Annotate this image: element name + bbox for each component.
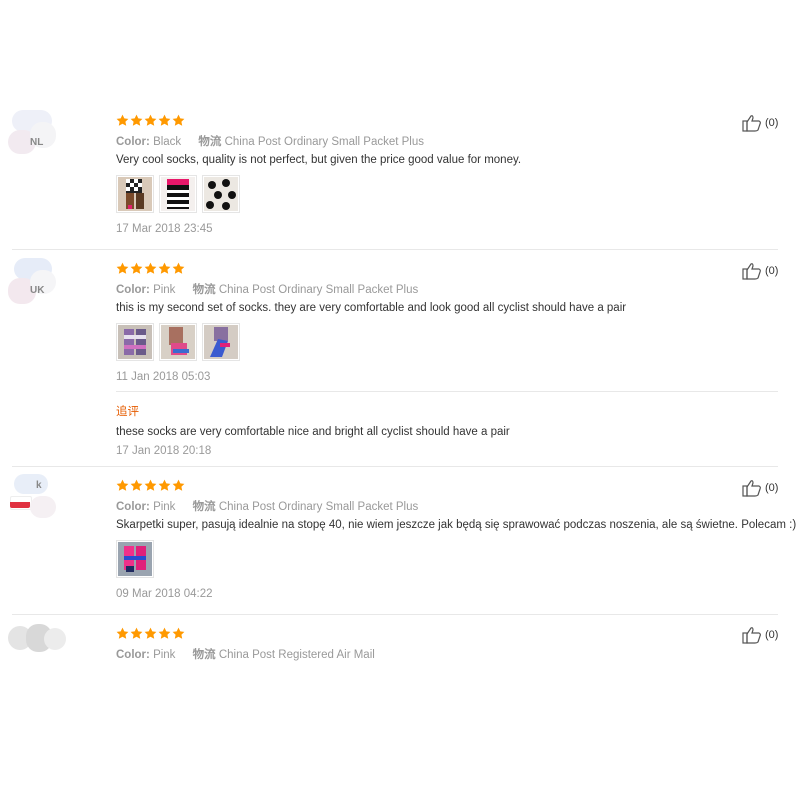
color-value: Black: [153, 136, 182, 148]
helpful-count: (0): [765, 265, 779, 277]
thumbs-up-icon: [742, 263, 761, 280]
color-label: Color:: [116, 649, 150, 661]
shipping-value: China Post Ordinary Small Packet Plus: [218, 284, 419, 296]
star-rating: [116, 479, 185, 493]
review-date: 17 Mar 2018 23:45: [116, 223, 213, 235]
color-value: Pink: [153, 284, 176, 296]
reviewer-avatar: [8, 256, 68, 306]
shipping-value: China Post Ordinary Small Packet Plus: [224, 136, 425, 148]
sock-photo-stripes: [161, 177, 195, 211]
review-text: Very cool socks, quality is not perfect,…: [116, 154, 522, 166]
star-icon: [158, 627, 171, 639]
review-photo[interactable]: [159, 175, 197, 213]
order-info: Color: Pink 物流 China Post Ordinary Small…: [116, 498, 418, 514]
sock-photo-checker: [118, 177, 152, 211]
review-photo[interactable]: [202, 175, 240, 213]
followup-date: 17 Jan 2018 20:18: [116, 445, 212, 457]
review-text: Skarpetki super, pasują idealnie na stop…: [116, 519, 797, 531]
helpful-button[interactable]: (0): [742, 262, 778, 280]
helpful-count: (0): [765, 482, 779, 494]
reviewer-avatar: [8, 108, 68, 158]
divider: [12, 614, 778, 615]
reviewer-country: NL: [30, 137, 44, 148]
helpful-button[interactable]: (0): [742, 114, 778, 132]
helpful-button[interactable]: (0): [742, 479, 778, 497]
star-icon: [158, 479, 171, 491]
star-icon: [130, 479, 143, 491]
sock-photo-pink-pl: [118, 542, 152, 576]
star-icon: [172, 262, 185, 274]
review-photo[interactable]: [202, 323, 240, 361]
reviewer-avatar: [8, 624, 68, 674]
thumbs-up-icon: [742, 480, 761, 497]
followup-divider: [116, 391, 778, 392]
review-date: 09 Mar 2018 04:22: [116, 588, 213, 600]
helpful-button[interactable]: (0): [742, 626, 778, 644]
reviewer-country: UK: [30, 285, 45, 296]
star-icon: [144, 114, 157, 126]
shipping-label: 物流: [198, 136, 222, 148]
review-photos: [116, 323, 240, 361]
star-icon: [116, 627, 129, 639]
order-info: Color: Black 物流 China Post Ordinary Smal…: [116, 133, 424, 149]
star-icon: [130, 627, 143, 639]
review-photo[interactable]: [116, 175, 154, 213]
order-info: Color: Pink 物流 China Post Ordinary Small…: [116, 281, 418, 297]
sock-photo-dots: [204, 177, 238, 211]
review-photo[interactable]: [116, 323, 154, 361]
followup-text: these socks are very comfortable nice an…: [116, 426, 510, 438]
star-icon: [172, 627, 185, 639]
followup-label: 追评: [116, 406, 139, 418]
review-photos: [116, 175, 240, 213]
divider: [12, 466, 778, 467]
helpful-count: (0): [765, 629, 779, 641]
helpful-count: (0): [765, 117, 779, 129]
reviewer-name: k: [36, 480, 42, 491]
review-photos: [116, 540, 154, 578]
sock-photo-pink-1: [118, 325, 152, 359]
shipping-label: 物流: [192, 649, 216, 661]
order-info: Color: Pink 物流 China Post Registered Air…: [116, 646, 375, 662]
star-icon: [130, 262, 143, 274]
review-text: this is my second set of socks. they are…: [116, 302, 627, 314]
star-icon: [144, 479, 157, 491]
star-rating: [116, 114, 185, 128]
shipping-value: China Post Ordinary Small Packet Plus: [218, 501, 419, 513]
shipping-value: China Post Registered Air Mail: [218, 649, 375, 661]
star-icon: [116, 479, 129, 491]
review-photo[interactable]: [116, 540, 154, 578]
divider: [12, 249, 778, 250]
star-icon: [158, 114, 171, 126]
shipping-label: 物流: [192, 284, 216, 296]
review-photo[interactable]: [159, 323, 197, 361]
star-icon: [158, 262, 171, 274]
star-icon: [116, 262, 129, 274]
sock-photo-pink-2: [161, 325, 195, 359]
star-icon: [144, 627, 157, 639]
star-rating: [116, 262, 185, 276]
review-date: 11 Jan 2018 05:03: [116, 371, 211, 383]
shipping-label: 物流: [192, 501, 216, 513]
sock-photo-pink-3: [204, 325, 238, 359]
color-value: Pink: [153, 649, 176, 661]
star-rating: [116, 627, 185, 641]
star-icon: [144, 262, 157, 274]
color-label: Color:: [116, 501, 150, 513]
star-icon: [172, 114, 185, 126]
color-value: Pink: [153, 501, 176, 513]
thumbs-up-icon: [742, 627, 761, 644]
star-icon: [172, 479, 185, 491]
star-icon: [116, 114, 129, 126]
color-label: Color:: [116, 284, 150, 296]
color-label: Color:: [116, 136, 150, 148]
star-icon: [130, 114, 143, 126]
thumbs-up-icon: [742, 115, 761, 132]
